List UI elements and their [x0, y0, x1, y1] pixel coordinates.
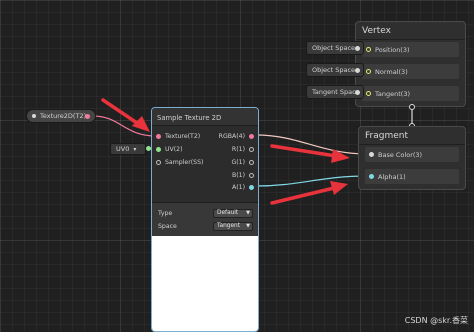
output-port-b-label: B(1)	[231, 172, 245, 179]
watermark: CSDN @skr.香菜	[404, 316, 468, 325]
block-base-color[interactable]: Base Color(3)	[365, 147, 459, 162]
type-dropdown-chevron-icon: ▼	[246, 210, 250, 216]
normal-port-icon[interactable]	[366, 69, 371, 74]
texture-preview	[152, 236, 258, 331]
output-port-rgba[interactable]: RGBA(4)	[219, 133, 254, 140]
output-port-r[interactable]: R(1)	[232, 146, 254, 153]
type-dropdown[interactable]: Default ▼	[213, 208, 253, 218]
position-port-icon[interactable]	[366, 47, 371, 52]
texture2d-property-label: Texture2D(T2)	[40, 112, 87, 120]
sampler-input-port-icon[interactable]	[156, 160, 161, 165]
tangent-port-icon[interactable]	[366, 91, 371, 96]
node-settings-panel: Type Default ▼ Space Tangent ▼	[152, 202, 258, 237]
input-port-texture-label: Texture(T2)	[165, 133, 201, 140]
input-port-sampler[interactable]: Sampler(SS)	[156, 159, 203, 166]
block-tangent[interactable]: Tangent(3)	[362, 86, 459, 101]
g-output-port-icon[interactable]	[249, 160, 254, 165]
arrow-to-texture-input	[101, 98, 150, 132]
normal-space-label: Object Space	[312, 66, 356, 74]
position-space-label: Object Space	[312, 44, 356, 52]
property-indicator-icon	[32, 114, 36, 118]
output-port-a-label: A(1)	[232, 184, 245, 191]
arrow-to-base-color	[270, 144, 350, 163]
texture2d-output-port-icon[interactable]	[85, 113, 90, 119]
uv-channel-chevron-icon: ▾	[133, 145, 137, 153]
rgba-output-port-icon[interactable]	[249, 134, 254, 139]
texture-input-port-icon[interactable]	[156, 134, 161, 139]
normal-space-port-icon[interactable]	[355, 67, 360, 73]
position-space-port-icon[interactable]	[355, 45, 360, 51]
a-output-port-icon[interactable]	[249, 185, 254, 190]
output-port-g-label: G(1)	[231, 159, 245, 166]
setting-type-label: Type	[158, 209, 173, 217]
output-port-g[interactable]: G(1)	[231, 159, 254, 166]
position-space-input[interactable]: Object Space	[306, 41, 364, 55]
space-dropdown-value: Tangent	[217, 223, 241, 229]
type-dropdown-value: Default	[217, 210, 239, 216]
output-port-b[interactable]: B(1)	[232, 172, 254, 179]
block-base-color-label: Base Color(3)	[378, 150, 423, 159]
vertex-context[interactable]: Vertex Position(3) Normal(3) Tangent(3)	[355, 21, 466, 107]
tangent-space-input[interactable]: Tangent Space	[306, 85, 364, 99]
tangent-space-port-icon[interactable]	[355, 89, 360, 95]
block-alpha[interactable]: Alpha(1)	[365, 169, 459, 184]
output-port-r-label: R(1)	[231, 146, 245, 153]
block-position-label: Position(3)	[375, 45, 410, 54]
texture2d-property-node[interactable]: Texture2D(T2)	[26, 109, 96, 123]
normal-space-input[interactable]: Object Space	[306, 63, 364, 77]
input-port-uv-label: UV(2)	[165, 146, 183, 153]
output-port-a[interactable]: A(1)	[232, 184, 254, 191]
fragment-context-title: Fragment	[359, 127, 465, 145]
output-port-rgba-label: RGBA(4)	[218, 133, 245, 140]
input-port-sampler-label: Sampler(SS)	[165, 159, 204, 166]
block-tangent-label: Tangent(3)	[375, 89, 410, 98]
uv-channel-label: UV0	[116, 145, 130, 153]
setting-type: Type Default ▼	[158, 208, 253, 218]
space-dropdown[interactable]: Tangent ▼	[213, 221, 253, 231]
wire-alpha	[255, 175, 369, 187]
base-color-port-icon[interactable]	[369, 152, 374, 157]
uv-input-port-icon[interactable]	[156, 147, 161, 152]
setting-space: Space Tangent ▼	[158, 221, 253, 231]
space-dropdown-chevron-icon: ▼	[246, 223, 250, 229]
block-normal[interactable]: Normal(3)	[362, 64, 459, 79]
block-position[interactable]: Position(3)	[362, 42, 459, 57]
block-alpha-label: Alpha(1)	[378, 172, 406, 181]
sample-texture-2d-title: Sample Texture 2D	[152, 108, 258, 126]
input-port-uv[interactable]: UV(2)	[156, 146, 183, 153]
b-output-port-icon[interactable]	[249, 173, 254, 178]
vertex-context-title: Vertex	[356, 22, 465, 40]
sample-texture-2d-node[interactable]: Sample Texture 2D Texture(T2) UV(2) Samp…	[151, 107, 259, 332]
alpha-port-icon[interactable]	[369, 174, 374, 179]
uv-channel-input[interactable]: UV0 ▾	[110, 143, 146, 155]
input-port-texture[interactable]: Texture(T2)	[156, 133, 200, 140]
fragment-context[interactable]: Fragment Base Color(3) Alpha(1)	[358, 126, 466, 190]
vertex-output-connector-icon	[409, 104, 415, 110]
block-normal-label: Normal(3)	[375, 67, 408, 76]
r-output-port-icon[interactable]	[249, 147, 254, 152]
setting-space-label: Space	[158, 222, 177, 230]
tangent-space-label: Tangent Space	[312, 88, 360, 96]
